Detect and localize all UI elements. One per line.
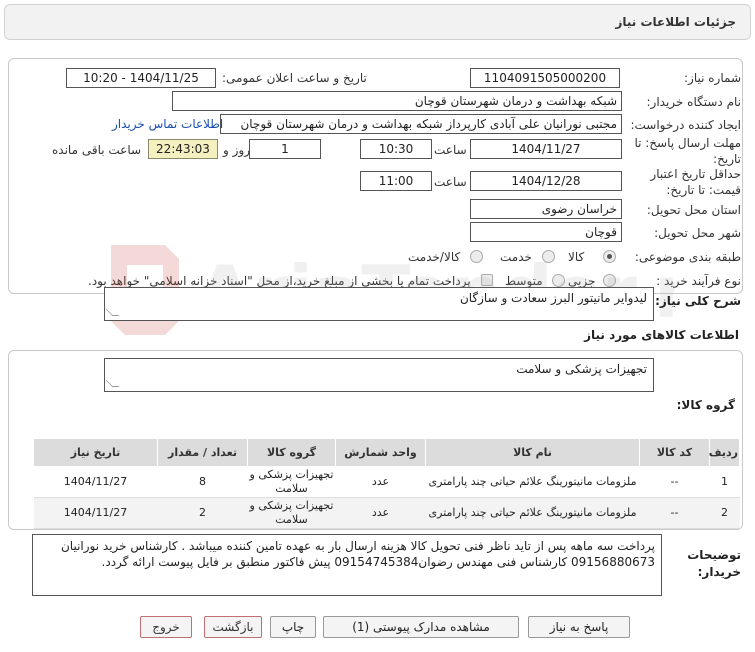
validity-time-field[interactable]: 11:00 — [360, 171, 432, 191]
cell-item-name: ملزومات مانیتورینگ علائم حیاتی چند پارام… — [425, 497, 640, 529]
deadline-date-field[interactable]: 1404/11/27 — [470, 139, 622, 159]
col-header-item-name[interactable]: نام کالا — [425, 438, 640, 467]
province-field[interactable]: خراسان رضوی — [470, 199, 622, 219]
creator-label: ایجاد کننده درخواست: — [630, 118, 741, 132]
process-medium-label: متوسط — [505, 274, 543, 288]
summary-text: لیدوایر مانیتور البرز سعادت و سازگان — [459, 291, 647, 305]
reply-button[interactable]: پاسخ به نیاز — [528, 616, 630, 638]
cell-unit: عدد — [335, 466, 426, 498]
buyer-notes-label: توضیحات خریدار: — [687, 548, 741, 579]
process-medium-radio[interactable] — [552, 274, 565, 287]
col-header-need-date[interactable]: تاریخ نیاز — [33, 438, 158, 467]
validity-date-field[interactable]: 1404/12/28 — [470, 171, 622, 191]
resize-grip-icon[interactable] — [105, 380, 120, 387]
cell-item-code: -- — [639, 466, 710, 498]
announce-field[interactable]: 1404/11/25 - 10:20 — [66, 68, 216, 88]
goods-group-field[interactable]: تجهیزات پزشکی و سلامت — [104, 358, 654, 392]
category-both-radio[interactable] — [470, 250, 483, 263]
table-row[interactable]: 2 -- ملزومات مانیتورینگ علائم حیاتی چند … — [33, 497, 740, 529]
deadline-time-field[interactable]: 10:30 — [360, 139, 432, 159]
validity-label: حداقل تاریخ اعتبار قیمت: تا تاریخ: — [650, 167, 741, 197]
col-header-quantity[interactable]: تعداد / مقدار — [157, 438, 248, 467]
cell-item-name: ملزومات مانیتورینگ علائم حیاتی چند پارام… — [425, 466, 640, 498]
items-table: ردیف کد کالا نام کالا واحد شمارش گروه کا… — [33, 438, 740, 529]
treasury-payment-checkbox[interactable] — [481, 274, 493, 286]
page-header: جزئیات اطلاعات نیاز — [4, 4, 751, 40]
remaining-label: ساعت باقی مانده — [52, 143, 142, 157]
print-button[interactable]: چاپ — [270, 616, 316, 638]
deadline-label: مهلت ارسال پاسخ: تا تاریخ: — [634, 136, 741, 166]
table-header-row: ردیف کد کالا نام کالا واحد شمارش گروه کا… — [33, 438, 740, 467]
cell-item-code: -- — [639, 497, 710, 529]
need-number-label: شماره نیاز: — [684, 71, 741, 85]
cell-quantity: 8 — [157, 466, 248, 498]
back-button[interactable]: بازگشت — [204, 616, 262, 638]
cell-row-number: 2 — [709, 497, 740, 529]
city-label: شهر محل تحویل: — [654, 226, 741, 240]
col-header-row-number[interactable]: ردیف — [709, 438, 740, 467]
creator-field[interactable]: مجتبی نورانیان علی آبادی کارپرداز شبکه ب… — [220, 114, 622, 134]
col-header-item-group[interactable]: گروه کالا — [247, 438, 336, 467]
category-goods-radio[interactable] — [603, 250, 616, 263]
cell-item-group: تجهیزات پزشکی و سلامت — [247, 497, 336, 529]
col-header-item-code[interactable]: کد کالا — [639, 438, 710, 467]
col-header-unit[interactable]: واحد شمارش — [335, 438, 426, 467]
buyer-contact-link[interactable]: اطلاعات تماس خریدار — [112, 117, 223, 131]
days-field[interactable]: 1 — [249, 139, 321, 159]
goods-group-label: گروه کالا: — [676, 398, 735, 412]
cell-need-date: 1404/11/27 — [33, 497, 158, 529]
goods-group-text: تجهیزات پزشکی و سلامت — [516, 362, 647, 376]
category-service-radio[interactable] — [542, 250, 555, 263]
cell-need-date: 1404/11/27 — [33, 466, 158, 498]
cell-unit: عدد — [335, 497, 426, 529]
goods-section-title: اطلاعات کالاهای مورد نیاز — [584, 328, 739, 342]
buyer-org-label: نام دستگاه خریدار: — [646, 95, 742, 109]
process-label: نوع فرآیند خرید : — [656, 274, 741, 288]
summary-field[interactable]: لیدوایر مانیتور البرز سعادت و سازگان — [104, 287, 654, 321]
deadline-time-label: ساعت — [434, 143, 467, 157]
process-minor-radio[interactable] — [603, 274, 616, 287]
cell-row-number: 1 — [709, 466, 740, 498]
buyer-org-field[interactable]: شبکه بهداشت و درمان شهرستان قوچان — [172, 91, 622, 111]
announce-label: تاریخ و ساعت اعلان عمومی: — [222, 71, 367, 85]
category-goods-label: کالا — [568, 250, 585, 264]
resize-grip-icon[interactable] — [105, 309, 120, 316]
category-label: طبقه بندی موضوعی: — [634, 250, 741, 264]
city-field[interactable]: قوچان — [470, 222, 622, 242]
exit-button[interactable]: خروج — [140, 616, 192, 638]
cell-quantity: 2 — [157, 497, 248, 529]
remaining-time-field: 22:43:03 — [148, 139, 218, 159]
buyer-notes-field[interactable]: پرداخت سه ماهه پس از تاید ناظر فنی تحویل… — [32, 534, 662, 596]
process-minor-label: جزیی — [568, 274, 596, 288]
summary-label: شرح کلی نیاز: — [655, 294, 741, 308]
category-both-label: کالا/خدمت — [408, 250, 461, 264]
cell-item-group: تجهیزات پزشکی و سلامت — [247, 466, 336, 498]
need-number-field[interactable]: 1104091505000200 — [470, 68, 620, 88]
view-attachments-button[interactable]: مشاهده مدارک پیوستی (1) — [323, 616, 519, 638]
validity-time-label: ساعت — [434, 175, 467, 189]
days-label: روز و — [223, 143, 250, 157]
buyer-notes-text: پرداخت سه ماهه پس از تاید ناظر فنی تحویل… — [60, 539, 655, 569]
province-label: استان محل تحویل: — [646, 203, 741, 217]
table-row[interactable]: 1 -- ملزومات مانیتورینگ علائم حیاتی چند … — [33, 466, 740, 498]
category-service-label: خدمت — [500, 250, 532, 264]
page-title: جزئیات اطلاعات نیاز — [615, 15, 736, 29]
treasury-payment-note: پرداخت تمام یا بخشی از مبلغ خرید،از محل … — [88, 274, 471, 288]
